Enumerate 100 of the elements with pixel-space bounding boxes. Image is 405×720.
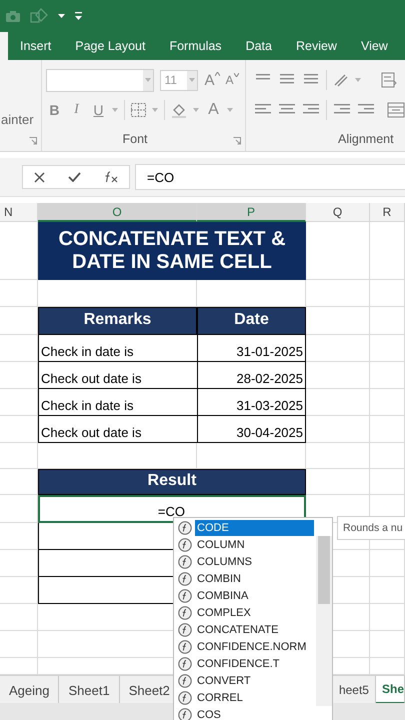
empty-cell[interactable]: [0, 550, 38, 577]
camera-icon[interactable]: [6, 10, 20, 22]
autocomplete-item[interactable]: CONFIDENCE.T: [174, 655, 314, 672]
caret-icon: [355, 78, 361, 82]
empty-cell[interactable]: [370, 307, 405, 335]
empty-cell[interactable]: [306, 280, 370, 307]
column-header[interactable]: Q: [306, 203, 370, 222]
empty-cell[interactable]: [370, 416, 405, 443]
autocomplete-item[interactable]: CONCATENATE: [174, 621, 314, 638]
empty-cell[interactable]: [306, 389, 370, 416]
customize-icon[interactable]: [75, 12, 82, 20]
caret-icon: [227, 108, 234, 112]
header-cell: Remarks: [38, 307, 197, 335]
empty-cell[interactable]: [370, 389, 405, 416]
autocomplete-item[interactable]: COMPLEX: [174, 604, 314, 621]
borders-icon[interactable]: [131, 103, 146, 117]
dialog-launcher-icon[interactable]: [233, 137, 241, 145]
function-icon: [178, 554, 192, 568]
empty-cell[interactable]: [370, 443, 405, 469]
fill-color-icon[interactable]: [171, 102, 188, 118]
autocomplete-item[interactable]: COMBIN: [174, 570, 314, 587]
empty-cell[interactable]: [370, 222, 405, 280]
empty-cell[interactable]: [0, 523, 38, 550]
empty-cell[interactable]: [306, 335, 370, 362]
group-label: Font: [122, 132, 148, 146]
empty-cell[interactable]: [370, 550, 405, 577]
autocomplete-item[interactable]: COLUMNS: [174, 553, 314, 570]
ribbon-tab[interactable]: Insert: [8, 32, 64, 60]
function-icon: [178, 656, 192, 670]
empty-cell[interactable]: [0, 443, 38, 469]
dialog-launcher-icon[interactable]: [29, 137, 38, 145]
table-cell: Check out date is: [38, 416, 197, 443]
check-icon[interactable]: [68, 172, 81, 182]
function-icon: [178, 538, 192, 552]
empty-cell[interactable]: [370, 577, 405, 604]
format-painter-label[interactable]: ainter: [1, 112, 34, 127]
title-line: DATE IN SAME CELL: [72, 251, 272, 274]
empty-cell[interactable]: [0, 362, 38, 389]
ribbon-tab[interactable]: View: [348, 32, 400, 60]
empty-cell[interactable]: [370, 335, 405, 362]
empty-cell[interactable]: [0, 631, 38, 658]
empty-cell[interactable]: [306, 416, 370, 443]
empty-cell[interactable]: [370, 362, 405, 389]
function-icon: [178, 622, 192, 636]
table-cell: 31-01-2025: [197, 335, 306, 362]
function-icon: [178, 572, 192, 586]
caret-icon: [193, 108, 200, 112]
empty-cell[interactable]: [0, 495, 38, 523]
table-cell: Check in date is: [38, 335, 197, 362]
autocomplete-item[interactable]: COMBINA: [174, 587, 314, 604]
title-line: CONCATENATE TEXT &: [58, 228, 286, 251]
empty-cell[interactable]: [370, 469, 405, 495]
empty-cell[interactable]: [0, 280, 38, 307]
ribbon-tab[interactable]: Review: [284, 32, 349, 60]
function-icon: [178, 606, 192, 620]
empty-cell[interactable]: [0, 335, 38, 362]
function-icon: [178, 690, 192, 704]
caret-icon: [152, 108, 158, 112]
function-icon: [178, 640, 192, 654]
header-cell: Date: [197, 307, 306, 335]
table-cell: 28-02-2025: [197, 362, 306, 389]
function-icon: [178, 588, 192, 602]
merge-icon[interactable]: [387, 102, 405, 118]
caret-icon: [234, 73, 239, 77]
formula-input[interactable]: =CO: [135, 164, 405, 190]
empty-cell[interactable]: [0, 416, 38, 443]
column-header[interactable]: R: [370, 203, 405, 222]
autocomplete-item[interactable]: COLUMN: [174, 536, 314, 553]
empty-cell[interactable]: [370, 631, 405, 658]
font-name-field[interactable]: [46, 68, 154, 92]
ribbon-tab[interactable]: Data: [234, 32, 284, 60]
caret-icon: [112, 108, 118, 112]
wrap-text-icon[interactable]: [381, 72, 399, 88]
empty-cell[interactable]: [0, 389, 38, 416]
sheet-tab[interactable]: She: [376, 676, 405, 704]
empty-cell[interactable]: [0, 577, 38, 604]
table-cell: 31-03-2025: [197, 389, 306, 416]
dropdown-icon[interactable]: [58, 14, 65, 18]
column-header[interactable]: P: [197, 203, 306, 222]
table-cell: Check out date is: [38, 362, 197, 389]
empty-cell[interactable]: [0, 604, 38, 631]
shapes-icon[interactable]: [30, 8, 48, 24]
ribbon-tab[interactable]: Page Layout: [63, 32, 158, 60]
empty-cell[interactable]: [370, 604, 405, 631]
cancel-icon[interactable]: [34, 172, 46, 182]
autocomplete-item[interactable]: CONFIDENCE.NORM: [174, 638, 314, 655]
empty-cell[interactable]: [306, 362, 370, 389]
ribbon-tab[interactable]: Formulas: [157, 32, 234, 60]
empty-cell[interactable]: [306, 443, 370, 469]
scrollbar[interactable]: [316, 536, 332, 706]
header-cell: Result: [38, 469, 306, 495]
function-icon[interactable]: [104, 171, 118, 183]
empty-cell[interactable]: [370, 280, 405, 307]
column-header[interactable]: O: [38, 203, 197, 222]
caret-icon: [145, 78, 152, 82]
orientation-icon[interactable]: [333, 73, 349, 87]
selected-tab[interactable]: [0, 32, 8, 60]
table-cell: Check in date is: [38, 389, 197, 416]
function-icon: [178, 520, 192, 534]
caret-icon: [214, 72, 220, 76]
